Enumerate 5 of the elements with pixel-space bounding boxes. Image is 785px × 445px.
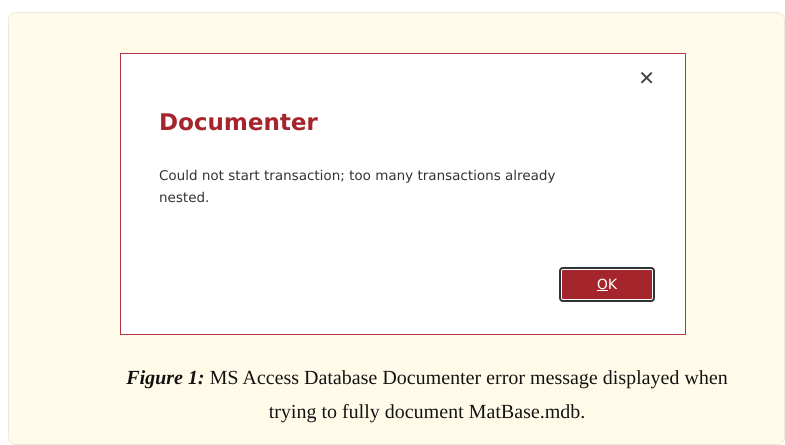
- dialog-title: Documenter: [159, 109, 319, 138]
- close-icon[interactable]: ✕: [638, 66, 655, 90]
- error-message: Could not start transaction; too many transactions already nested.: [159, 167, 556, 208]
- figure-caption: Figure 1: MS Access Database Documenter error message displayed when trying to fully document MatBase.mdb.: [125, 366, 729, 425]
- ok-button[interactable]: OK: [559, 267, 655, 302]
